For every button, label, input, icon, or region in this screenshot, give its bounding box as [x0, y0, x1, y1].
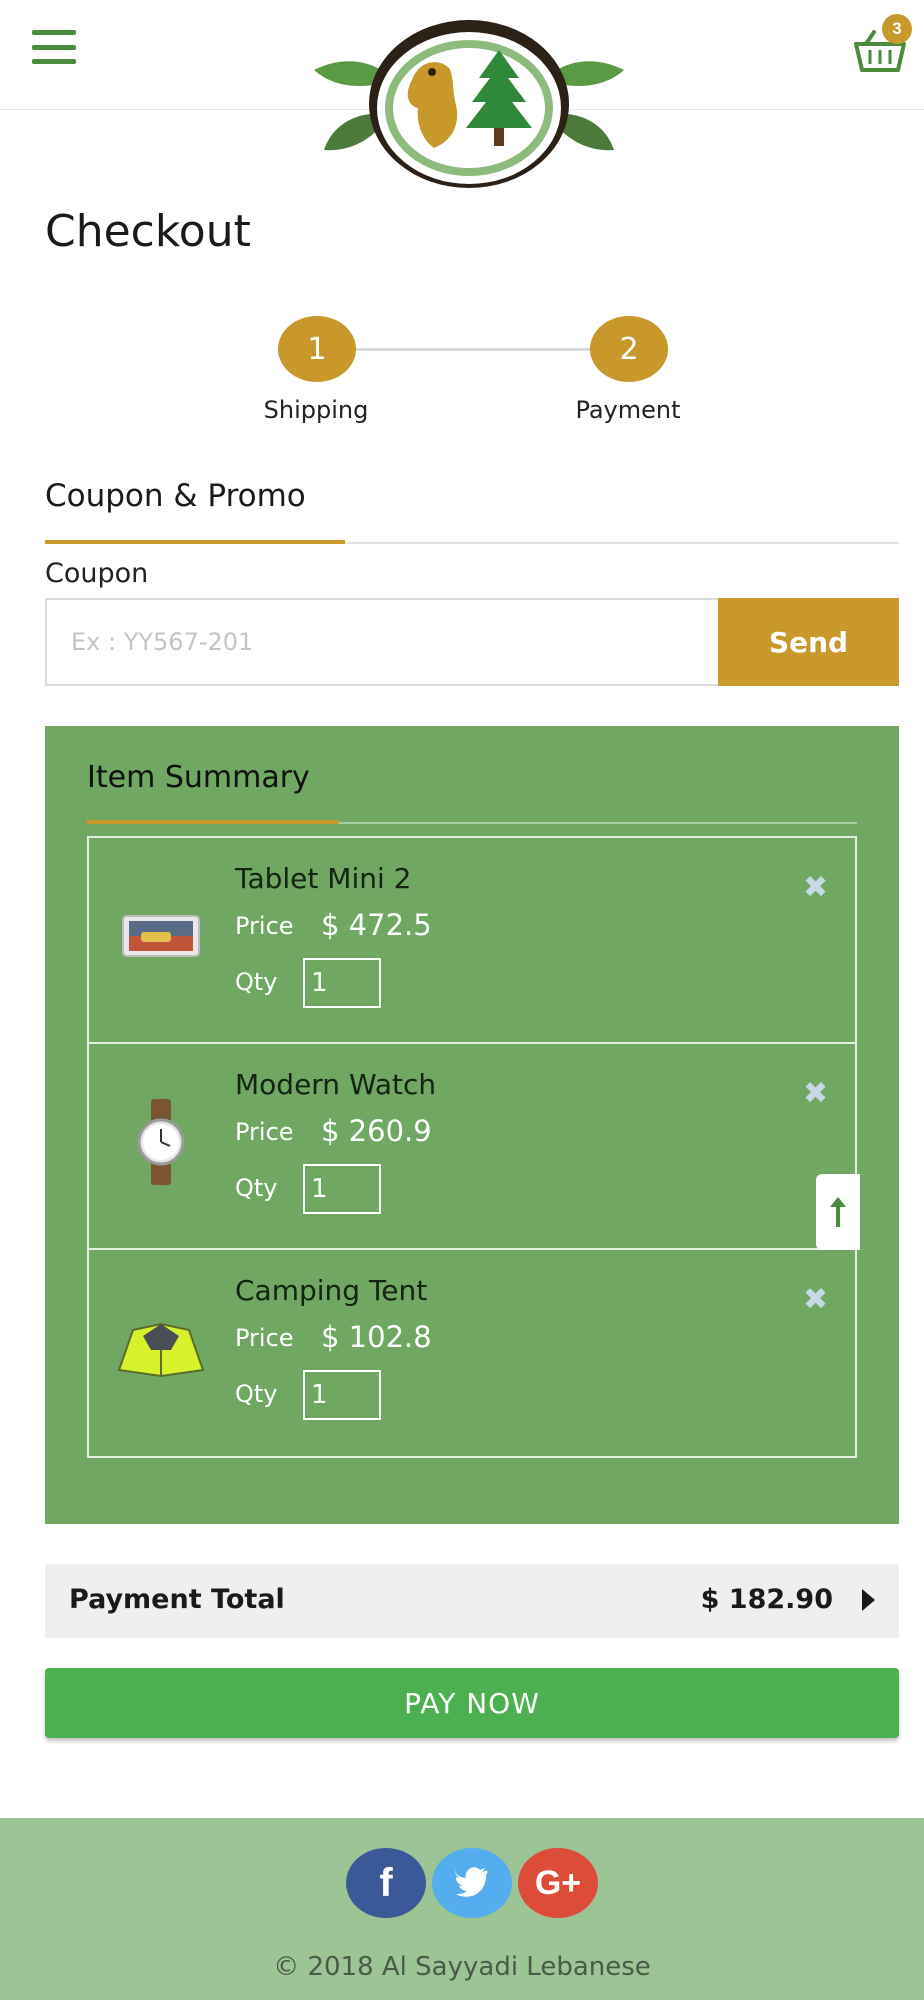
facebook-glyph: f: [379, 1860, 393, 1905]
item-summary-panel: Item Summary Tablet Mini 2 Price $ 472.5…: [45, 726, 899, 1524]
item-summary-title: Item Summary: [87, 760, 310, 795]
page-title: Checkout: [45, 206, 251, 257]
footer: f G+ © 2018 Al Sayyadi Lebanese: [0, 1818, 924, 2000]
copyright-text: © 2018 Al Sayyadi Lebanese: [273, 1952, 651, 1982]
payment-total-value: $ 182.90: [700, 1584, 833, 1615]
qty-input[interactable]: [303, 1370, 381, 1420]
coupon-label: Coupon: [45, 558, 149, 589]
cart-items-list: Tablet Mini 2 Price $ 472.5 Qty ✖ Modern…: [87, 836, 857, 1458]
step-payment-number[interactable]: 2: [590, 316, 668, 382]
step-shipping-label: Shipping: [263, 396, 369, 424]
scroll-to-top-button[interactable]: [816, 1174, 860, 1250]
remove-item-icon[interactable]: ✖: [803, 870, 828, 905]
item-price: $ 102.8: [321, 1320, 432, 1354]
item-name: Tablet Mini 2: [235, 862, 412, 895]
menu-icon[interactable]: [32, 30, 76, 64]
qty-input[interactable]: [303, 958, 381, 1008]
brand-logo[interactable]: [304, 10, 634, 190]
item-price: $ 472.5: [321, 908, 432, 942]
price-label: Price: [235, 912, 294, 940]
watch-image: [113, 1094, 209, 1190]
google-plus-glyph: G+: [534, 1863, 582, 1902]
remove-item-icon[interactable]: ✖: [803, 1076, 828, 1111]
cart-item-watch: Modern Watch Price $ 260.9 Qty ✖: [89, 1044, 855, 1250]
arrow-up-icon: [830, 1197, 846, 1227]
caret-right-icon: [862, 1589, 875, 1611]
coupon-input[interactable]: [45, 598, 720, 686]
coupon-section-title: Coupon & Promo: [45, 478, 306, 514]
payment-total-bar[interactable]: Payment Total $ 182.90: [45, 1564, 899, 1638]
payment-total-label: Payment Total: [69, 1584, 285, 1615]
pay-now-button[interactable]: PAY NOW: [45, 1668, 899, 1738]
facebook-icon[interactable]: f: [346, 1848, 426, 1918]
step-shipping-number[interactable]: 1: [278, 316, 356, 382]
item-price: $ 260.9: [321, 1114, 432, 1148]
section-underline: [45, 540, 345, 544]
cart-item-tent: Camping Tent Price $ 102.8 Qty ✖: [89, 1250, 855, 1456]
section-underline: [87, 820, 339, 824]
price-label: Price: [235, 1324, 294, 1352]
cart-item-tablet: Tablet Mini 2 Price $ 472.5 Qty ✖: [89, 838, 855, 1044]
step-payment-label: Payment: [575, 396, 681, 424]
qty-label: Qty: [235, 968, 278, 996]
cart-button[interactable]: 3: [852, 14, 914, 76]
google-plus-icon[interactable]: G+: [518, 1848, 598, 1918]
send-coupon-button[interactable]: Send: [718, 598, 899, 686]
price-label: Price: [235, 1118, 294, 1146]
qty-label: Qty: [235, 1174, 278, 1202]
stepper-connector: [318, 348, 628, 351]
item-name: Camping Tent: [235, 1274, 428, 1307]
qty-input[interactable]: [303, 1164, 381, 1214]
tent-image: [113, 1300, 209, 1396]
qty-label: Qty: [235, 1380, 278, 1408]
remove-item-icon[interactable]: ✖: [803, 1282, 828, 1317]
twitter-icon[interactable]: [432, 1848, 512, 1918]
item-name: Modern Watch: [235, 1068, 437, 1101]
cart-count-badge: 3: [882, 14, 912, 44]
tablet-image: [113, 888, 209, 984]
